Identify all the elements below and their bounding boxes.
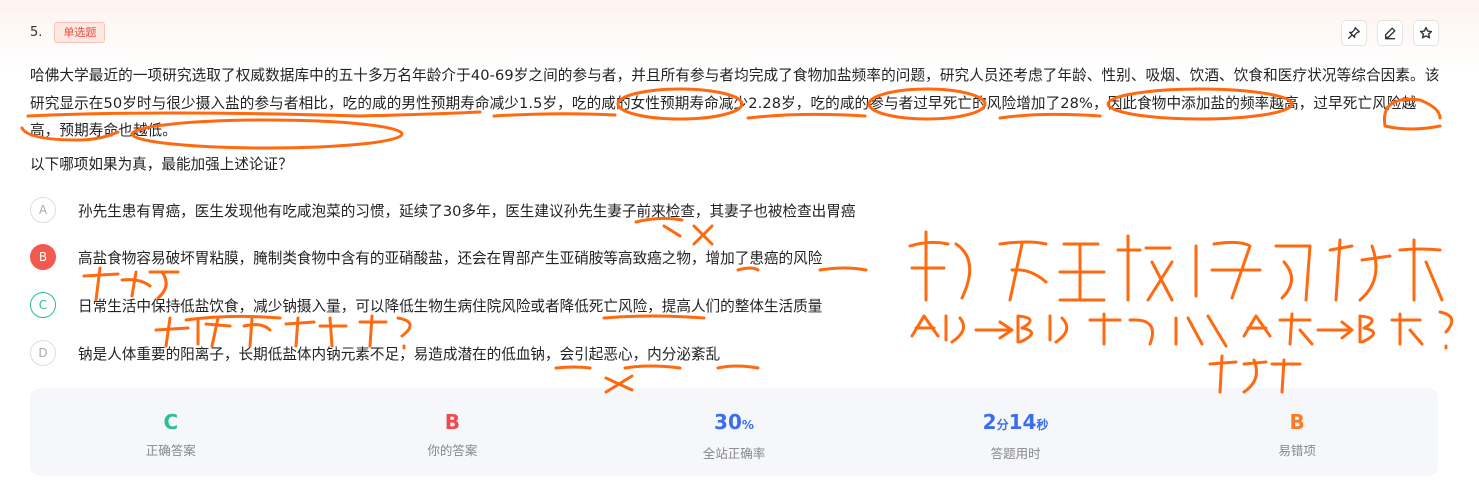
option-a[interactable]: A 孙先生患有胃癌，医生发现他有吃咸泡菜的习惯，延续了30多年，医生建议孙先生妻… [30, 197, 855, 223]
question-number: 5. [30, 25, 43, 40]
handwritten-note-small [82, 266, 1302, 394]
option-text: 高盐食物容易破坏胃粘膜，腌制类食物中含有的亚硝酸盐，还会在胃部产生亚硝胺等高致癌… [78, 249, 823, 267]
stat-value: 2 [982, 410, 997, 434]
pin-button[interactable] [1341, 20, 1367, 46]
stat-common-wrong: B 易错项 [1156, 388, 1438, 476]
stat-label: 正确答案 [145, 443, 196, 458]
option-letter: C [30, 292, 56, 318]
question-type-badge: 单选题 [54, 22, 106, 43]
stat-correct-answer: C 正确答案 [30, 388, 312, 476]
stat-value: B [444, 410, 461, 434]
pin-icon [1348, 27, 1360, 39]
option-d[interactable]: D 钠是人体重要的阳离子，长期低盐体内钠元素不足，易造成潜在的低血钠，会引起恶心… [30, 340, 720, 366]
option-letter: A [30, 197, 56, 223]
stat-value: C [163, 410, 179, 434]
stat-value: B [1289, 410, 1305, 434]
edit-note-button[interactable] [1377, 20, 1403, 46]
question-header: 5. 单选题 [30, 22, 106, 43]
stat-label: 答题用时 [990, 446, 1041, 461]
stat-value: 30 [714, 410, 742, 434]
answer-stats-panel: C 正确答案 B 你的答案 30% 全站正确率 2分14秒 答题用时 B 易错项 [30, 388, 1438, 476]
stat-unit: % [741, 418, 754, 432]
question-prompt: 以下哪项如果为真，最能加强上述论证？ [30, 156, 293, 173]
stat-value-seconds: 14 [1008, 410, 1037, 434]
stat-label: 你的答案 [427, 443, 478, 458]
stat-your-answer: B 你的答案 [312, 388, 594, 476]
question-toolbar [1341, 20, 1439, 46]
edit-icon [1384, 27, 1396, 40]
option-letter: B [30, 244, 56, 270]
stat-label: 全站正确率 [702, 446, 766, 461]
option-text: 孙先生患有胃癌，医生发现他有吃咸泡菜的习惯，延续了30多年，医生建议孙先生妻子前… [78, 202, 856, 220]
option-text: 钠是人体重要的阳离子，长期低盐体内钠元素不足，易造成潜在的低血钠，会引起恶心，内… [78, 345, 721, 363]
handwritten-note-cancer [908, 230, 1444, 302]
option-text: 日常生活中保持低盐饮食，减少钠摄入量，可以降低生物生病住院风险或者降低死亡风险，… [78, 297, 823, 315]
option-b[interactable]: B 高盐食物容易破坏胃粘膜，腌制类食物中含有的亚硝酸盐，还会在胃部产生亚硝胺等高… [30, 244, 822, 270]
stat-unit-seconds: 秒 [1036, 418, 1049, 432]
option-letter: D [30, 340, 56, 366]
question-stem: 哈佛大学最近的一项研究选取了权威数据库中的五十多万名年龄介于40-69岁之间的参… [30, 67, 1440, 139]
stat-time-used: 2分14秒 答题用时 [875, 388, 1157, 476]
star-icon [1419, 26, 1433, 39]
option-c[interactable]: C 日常生活中保持低盐饮食，减少钠摄入量，可以降低生物生病住院风险或者降低死亡风… [30, 292, 822, 318]
handwritten-note-logic [910, 310, 1454, 350]
favorite-button[interactable] [1413, 20, 1439, 46]
stat-unit: 分 [996, 418, 1009, 432]
stat-label: 易错项 [1278, 443, 1316, 458]
stat-accuracy: 30% 全站正确率 [593, 388, 875, 476]
